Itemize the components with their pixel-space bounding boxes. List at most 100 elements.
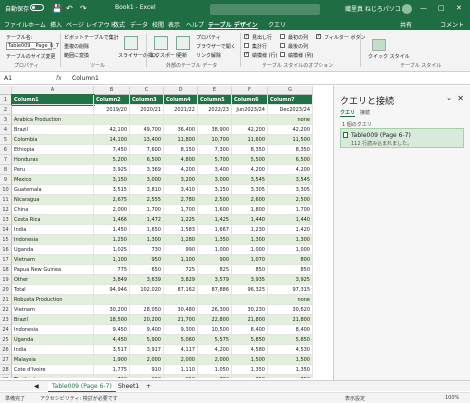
column-header-d[interactable]: D (164, 86, 198, 95)
table-cell[interactable]: 30,480 (164, 305, 198, 315)
table-name-input[interactable]: Table009__Page_6_7 (6, 42, 59, 50)
tab-file[interactable]: ファイル (4, 20, 28, 29)
table-cell[interactable]: 1,472 (130, 215, 164, 225)
row-header[interactable]: 13 (0, 215, 12, 225)
table-cell[interactable]: 1,000 (268, 245, 313, 255)
table-cell[interactable]: 2,500 (268, 195, 313, 205)
table-cell[interactable]: 38,900 (198, 125, 232, 135)
table-cell[interactable]: 725 (164, 265, 198, 275)
table-cell[interactable]: 3,305 (232, 185, 268, 195)
table-cell[interactable]: 1,700 (268, 205, 313, 215)
table-cell[interactable]: 3,579 (198, 275, 232, 285)
table-cell[interactable]: 850 (232, 265, 268, 275)
table-cell[interactable]: 96,325 (232, 285, 268, 295)
table-cell[interactable]: 700 (94, 375, 130, 378)
table-cell[interactable]: Vietnam (12, 305, 94, 315)
table-cell[interactable]: Dec2023/24 (268, 105, 313, 115)
table-cell[interactable]: Robusta Production (12, 295, 94, 305)
user-name[interactable]: 織里真 ねじろパソコン (345, 4, 407, 13)
column-header-e[interactable]: E (198, 86, 232, 95)
zoom-level[interactable]: 100% (445, 395, 459, 401)
table-cell[interactable]: Colombia (12, 135, 94, 145)
table-cell[interactable] (130, 115, 164, 125)
table-cell[interactable]: 22,800 (198, 315, 232, 325)
table-cell[interactable]: 4,200 (198, 345, 232, 355)
table-cell[interactable]: 650 (130, 265, 164, 275)
table-cell[interactable]: 28,050 (130, 305, 164, 315)
table-cell[interactable]: 3,917 (130, 345, 164, 355)
table-cell[interactable]: 1,280 (164, 235, 198, 245)
column-header-f[interactable]: F (232, 86, 268, 95)
table-cell[interactable]: 42,200 (232, 125, 268, 135)
column-header-b[interactable]: B (94, 86, 130, 95)
row-header[interactable]: 27 (0, 355, 12, 365)
table-cell[interactable]: 30,200 (94, 305, 130, 315)
table-cell[interactable]: 8,350 (268, 145, 313, 155)
table-cell[interactable]: 2020/21 (130, 105, 164, 115)
table-cell[interactable]: 3,639 (130, 275, 164, 285)
row-header[interactable]: 19 (0, 275, 12, 285)
table-cell[interactable]: 800 (268, 255, 313, 265)
table-cell[interactable]: 1,500 (268, 355, 313, 365)
tab-review[interactable]: 校閲 (152, 20, 164, 29)
tab-data[interactable]: データ (130, 20, 148, 29)
table-header-cell[interactable]: Column2 (94, 95, 130, 105)
tab-connections[interactable]: 接続 (360, 109, 370, 116)
table-cell[interactable]: 2,600 (232, 195, 268, 205)
table-cell[interactable]: 3,810 (130, 185, 164, 195)
tab-home[interactable]: ホーム (28, 20, 46, 29)
row-header[interactable]: 1 (0, 95, 12, 105)
table-cell[interactable]: 3,400 (198, 165, 232, 175)
table-header-cell[interactable]: Column7 (268, 95, 313, 105)
table-cell[interactable]: 8,400 (232, 325, 268, 335)
table-cell[interactable]: Arabica Production (12, 115, 94, 125)
table-cell[interactable]: Indonesia (12, 325, 94, 335)
table-cell[interactable]: 42,100 (94, 125, 130, 135)
table-header-cell[interactable]: Column1 (11, 94, 95, 106)
table-cell[interactable]: 13,400 (130, 135, 164, 145)
table-cell[interactable]: 6,500 (130, 155, 164, 165)
table-cell[interactable]: 1,466 (94, 215, 130, 225)
table-cell[interactable]: 94,946 (94, 285, 130, 295)
table-cell[interactable]: 775 (94, 265, 130, 275)
quick-styles-gallery[interactable] (372, 39, 386, 51)
table-cell[interactable]: 900 (198, 255, 232, 265)
table-cell[interactable]: 3,545 (232, 175, 268, 185)
table-cell[interactable]: 1,100 (94, 255, 130, 265)
table-cell[interactable] (12, 105, 94, 115)
table-cell[interactable]: Ethiopia (12, 145, 94, 155)
table-cell[interactable]: Uganda (12, 245, 94, 255)
table-cell[interactable]: 1,350 (232, 365, 268, 375)
table-cell[interactable]: 1,450 (94, 225, 130, 235)
table-cell[interactable]: 1,440 (232, 215, 268, 225)
row-header[interactable]: 14 (0, 225, 12, 235)
table-cell[interactable]: 9,400 (130, 325, 164, 335)
table-cell[interactable] (94, 115, 130, 125)
comment-button[interactable]: コメント (440, 20, 464, 29)
table-cell[interactable]: 97,315 (268, 285, 313, 295)
row-header[interactable]: 17 (0, 255, 12, 265)
table-cell[interactable]: 3,200 (164, 175, 198, 185)
table-cell[interactable]: 1,100 (164, 255, 198, 265)
convert-to-range-button[interactable]: 範囲に変換 (64, 52, 89, 59)
table-cell[interactable]: Peru (12, 165, 94, 175)
resize-table-button[interactable]: テーブルのサイズ変更 (6, 53, 56, 60)
table-cell[interactable]: 4,530 (268, 345, 313, 355)
table-cell[interactable]: Honduras (12, 155, 94, 165)
redo-icon[interactable]: ↷ (80, 4, 87, 13)
tab-view[interactable]: 表示 (168, 20, 180, 29)
table-cell[interactable]: 2,000 (164, 355, 198, 365)
table-cell[interactable]: 1,440 (268, 215, 313, 225)
table-cell[interactable]: Jun2023/24 (232, 105, 268, 115)
slicer-icon[interactable] (124, 36, 138, 50)
table-cell[interactable]: 1,650 (130, 225, 164, 235)
table-cell[interactable] (164, 115, 198, 125)
formula-input[interactable]: Column1 (72, 75, 99, 82)
row-header[interactable]: 29 (0, 375, 12, 378)
table-cell[interactable]: 3,410 (164, 185, 198, 195)
table-cell[interactable]: 5,200 (94, 155, 130, 165)
unlink-button[interactable]: リンク解除 (196, 52, 221, 59)
table-cell[interactable]: 1,350 (268, 365, 313, 375)
table-cell[interactable]: 1,300 (130, 235, 164, 245)
table-cell[interactable] (94, 295, 130, 305)
